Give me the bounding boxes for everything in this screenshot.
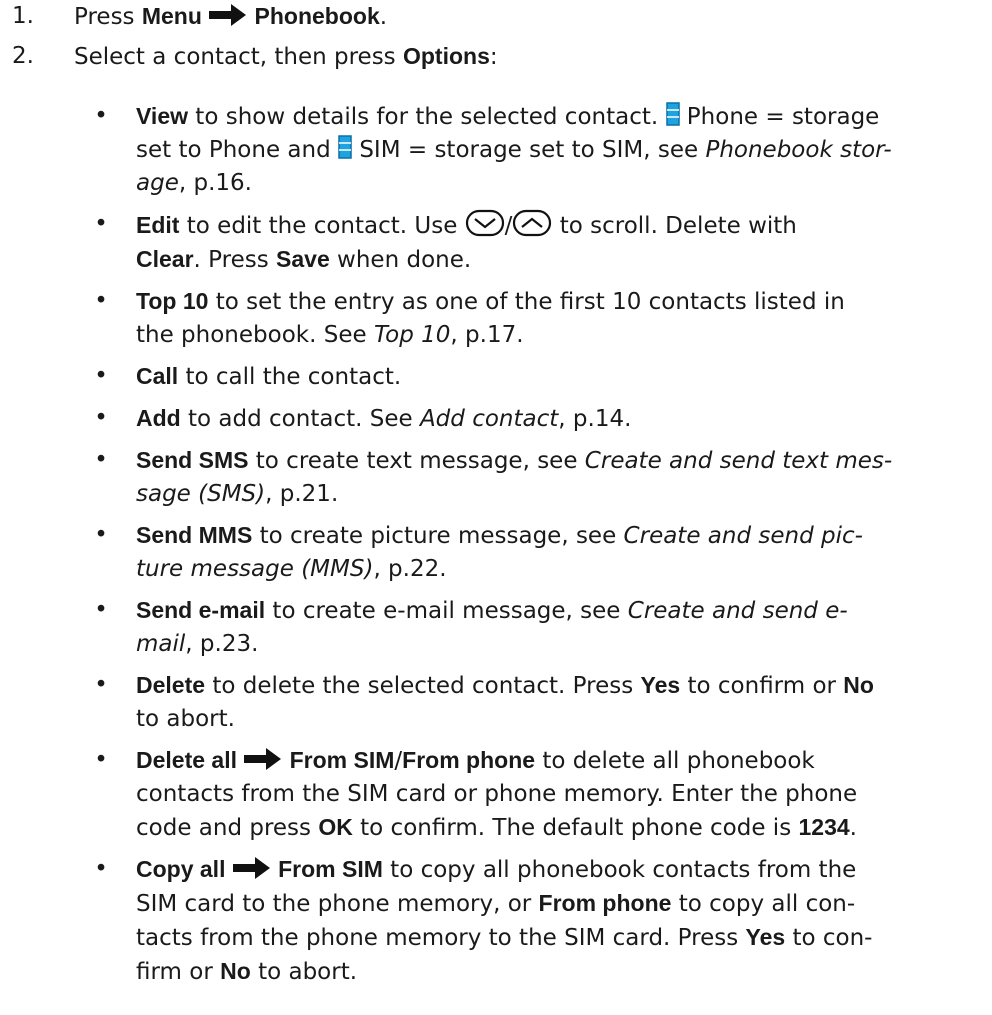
menu-label: Menu: [141, 3, 202, 29]
right-arrow-icon: [209, 4, 247, 26]
list-item-send-mms: • Send MMS to create picture message, se…: [0, 519, 992, 586]
bullet: •: [94, 211, 108, 237]
nav-key-up-icon: [513, 209, 552, 237]
manual-page: 1. Press Menu Phonebook. 2. Select a con…: [0, 0, 992, 1015]
list-item-copy-all: • Copy all From SIM to copy all phoneboo…: [0, 853, 992, 989]
list-item-delete: • Delete to delete the selected contact.…: [0, 669, 992, 736]
list-item-call: • Call to call the contact.: [0, 360, 992, 394]
phonebook-storage-icon: [338, 135, 352, 159]
bullet: •: [94, 103, 108, 129]
list-item-edit: • Edit to edit the contact. Use / to scr…: [0, 208, 992, 277]
list-item-add: • Add to add contact. See Add contact, p…: [0, 402, 992, 436]
step-text: Select a contact, then press Options:: [74, 43, 498, 70]
phonebook-label: Phonebook: [254, 3, 380, 29]
list-item-send-email: • Send e-mail to create e-mail message, …: [0, 594, 992, 661]
bullet: •: [94, 522, 108, 548]
list-item-top10: • Top 10 to set the entry as one of the …: [0, 285, 992, 352]
right-arrow-icon: [244, 748, 282, 770]
bullet: •: [94, 672, 108, 698]
list-item-view: • View to show details for the selected …: [0, 100, 992, 200]
bullet: •: [94, 447, 108, 473]
phonebook-storage-icon: [665, 102, 680, 126]
list-item-delete-all: • Delete all From SIM/From phone to dele…: [0, 744, 992, 845]
options-list: • View to show details for the selected …: [0, 100, 992, 997]
step-text: Press Menu Phonebook.: [74, 3, 388, 30]
bullet: •: [94, 288, 108, 314]
options-label: Options: [402, 43, 490, 69]
bullet: •: [94, 597, 108, 623]
step-number: 1.: [12, 3, 34, 29]
bullet: •: [94, 405, 108, 431]
bullet: •: [94, 363, 108, 389]
nav-key-down-icon: [465, 209, 504, 237]
step-number: 2.: [12, 43, 34, 69]
right-arrow-icon: [232, 857, 270, 879]
bullet: •: [94, 856, 108, 882]
bullet: •: [94, 747, 108, 773]
list-item-send-sms: • Send SMS to create text message, see C…: [0, 444, 992, 511]
